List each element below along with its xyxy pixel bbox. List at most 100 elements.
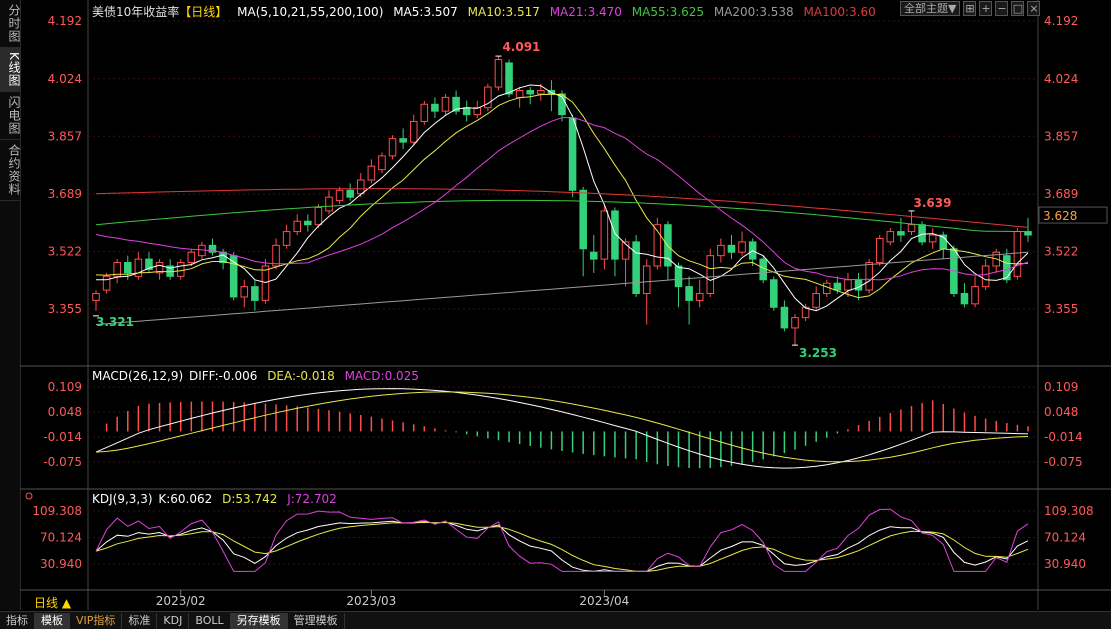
price-tick-right: 4.024 <box>1044 72 1078 86</box>
candle-body <box>822 282 831 295</box>
bottom-tab-3[interactable]: 标准 <box>122 612 158 629</box>
macd-tick-right: 0.048 <box>1044 405 1078 419</box>
macd-tick-left: -0.014 <box>43 430 82 444</box>
kdj-tick-right: 109.308 <box>1044 504 1094 518</box>
ma55-line <box>95 199 1029 233</box>
candle-body <box>325 196 333 212</box>
bottom-tab-2[interactable]: VIP指标 <box>70 612 123 629</box>
chart-area[interactable]: 4.192 4.192 4.024 4.024 3.857 3.857 3.689 3.689… <box>0 0 1111 610</box>
candle-body <box>589 251 598 260</box>
ma21-line <box>95 116 1029 281</box>
macd-tick-left: 0.048 <box>48 405 82 419</box>
macd-tick-right: -0.075 <box>1044 455 1083 469</box>
x-axis-label: 2023/04 <box>579 594 629 608</box>
kdj-j: J:72.702 <box>287 492 337 506</box>
bottom-tab-4[interactable]: KDJ <box>157 612 190 629</box>
kdj-tick-right: 30.940 <box>1044 557 1086 571</box>
theme-dropdown[interactable]: 全部主题▼ <box>900 1 961 16</box>
candle-body <box>462 107 471 116</box>
candle-body <box>1024 231 1032 236</box>
instrument-title: 美债10年收益率 <box>92 5 180 19</box>
ma10-value: MA10:3.517 <box>467 5 540 19</box>
candle-body <box>780 306 789 329</box>
bottom-tab-1[interactable]: 模板 <box>35 612 70 629</box>
candle-body <box>600 210 609 260</box>
chart-toolbar: 全部主题▼ ⊞ + − □ × <box>900 1 1041 16</box>
price-tick-left: 3.522 <box>48 245 82 259</box>
bottom-toolbar: 指标 模板 VIP指标 标准 KDJ BOLL 另存模板 管理模板 <box>0 611 1111 629</box>
zoom-in-icon[interactable]: + <box>979 1 993 16</box>
price-tick-right: 3.689 <box>1044 187 1078 201</box>
candle-body <box>399 138 407 143</box>
candle-body <box>886 231 895 243</box>
candle-body <box>123 262 132 274</box>
candle-body <box>505 62 513 95</box>
candle-body <box>356 179 365 195</box>
grid-icon[interactable]: ⊞ <box>963 1 977 16</box>
kdj-tick-left: 109.308 <box>32 504 82 518</box>
low-price-label-2: 3.253 <box>799 346 837 360</box>
candle-body <box>420 103 429 122</box>
kdj-j-line <box>95 508 1029 572</box>
candle-body <box>1013 231 1022 277</box>
price-tick-right: 3.522 <box>1044 245 1078 259</box>
macd-diff-line <box>95 388 1029 469</box>
candle-body <box>674 265 683 288</box>
period-selector[interactable]: 日线 ▲ <box>34 594 71 611</box>
bottom-tab-7[interactable]: 管理模板 <box>288 612 345 629</box>
ma21-value: MA21:3.470 <box>549 5 622 19</box>
candle-body <box>335 189 344 202</box>
candle-body <box>738 241 746 253</box>
maximize-icon[interactable]: □ <box>1011 1 1025 16</box>
candle-body <box>378 155 386 171</box>
candle-body <box>568 117 577 191</box>
macd-params: MACD(26,12,9) <box>92 369 184 383</box>
candle-body <box>865 262 873 291</box>
candle-body <box>727 244 736 253</box>
candle-body <box>897 231 905 236</box>
candle-body <box>642 265 651 295</box>
candle-body <box>907 224 916 233</box>
bottom-tab-5[interactable]: BOLL <box>189 612 231 629</box>
price-tick-left: 4.024 <box>48 72 82 86</box>
macd-tick-right: -0.014 <box>1044 430 1083 444</box>
candle-body <box>717 244 725 257</box>
macd-legend: MACD(26,12,9) DIFF:-0.006 DEA:-0.018 MAC… <box>92 369 425 383</box>
bottom-tab-0[interactable]: 指标 <box>0 612 35 629</box>
candle-body <box>388 138 397 157</box>
bottom-tab-6[interactable]: 另存模板 <box>230 612 288 629</box>
candle-body <box>261 265 270 301</box>
candle-body <box>92 293 100 301</box>
candle-body <box>441 96 450 112</box>
candle-body <box>282 231 291 246</box>
macd-tick-right: 0.109 <box>1044 380 1078 394</box>
candle-body <box>304 220 312 226</box>
price-tick-right: 3.355 <box>1044 302 1078 316</box>
candle-body <box>409 120 418 143</box>
period-tag: 【日线】 <box>179 5 228 19</box>
close-icon[interactable]: × <box>1027 1 1041 16</box>
candle-body <box>176 262 185 277</box>
x-axis-label: 2023/03 <box>346 594 396 608</box>
candle-body <box>293 220 302 233</box>
candle-body <box>1003 255 1011 281</box>
kdj-tick-left: 70.124 <box>40 531 82 545</box>
candle-body <box>367 165 376 181</box>
kdj-tick-left: 30.940 <box>40 557 82 571</box>
candle-body <box>875 237 884 264</box>
candle-body <box>695 293 704 301</box>
price-tick-left: 3.857 <box>48 129 82 143</box>
zoom-out-icon[interactable]: − <box>995 1 1009 16</box>
candle-body <box>431 103 439 112</box>
kdj-tick-right: 70.124 <box>1044 531 1086 545</box>
candle-body <box>960 293 969 305</box>
x-axis-label: 2023/02 <box>156 594 206 608</box>
candle-body <box>632 241 640 295</box>
candle-body <box>971 286 979 305</box>
macd-value: MACD:0.025 <box>344 369 419 383</box>
high-price-label: 4.091 <box>502 40 540 54</box>
candle-body <box>791 317 799 329</box>
candle-body <box>346 189 354 198</box>
macd-dea-line <box>95 391 1029 463</box>
price-tick-left: 4.192 <box>48 14 82 28</box>
